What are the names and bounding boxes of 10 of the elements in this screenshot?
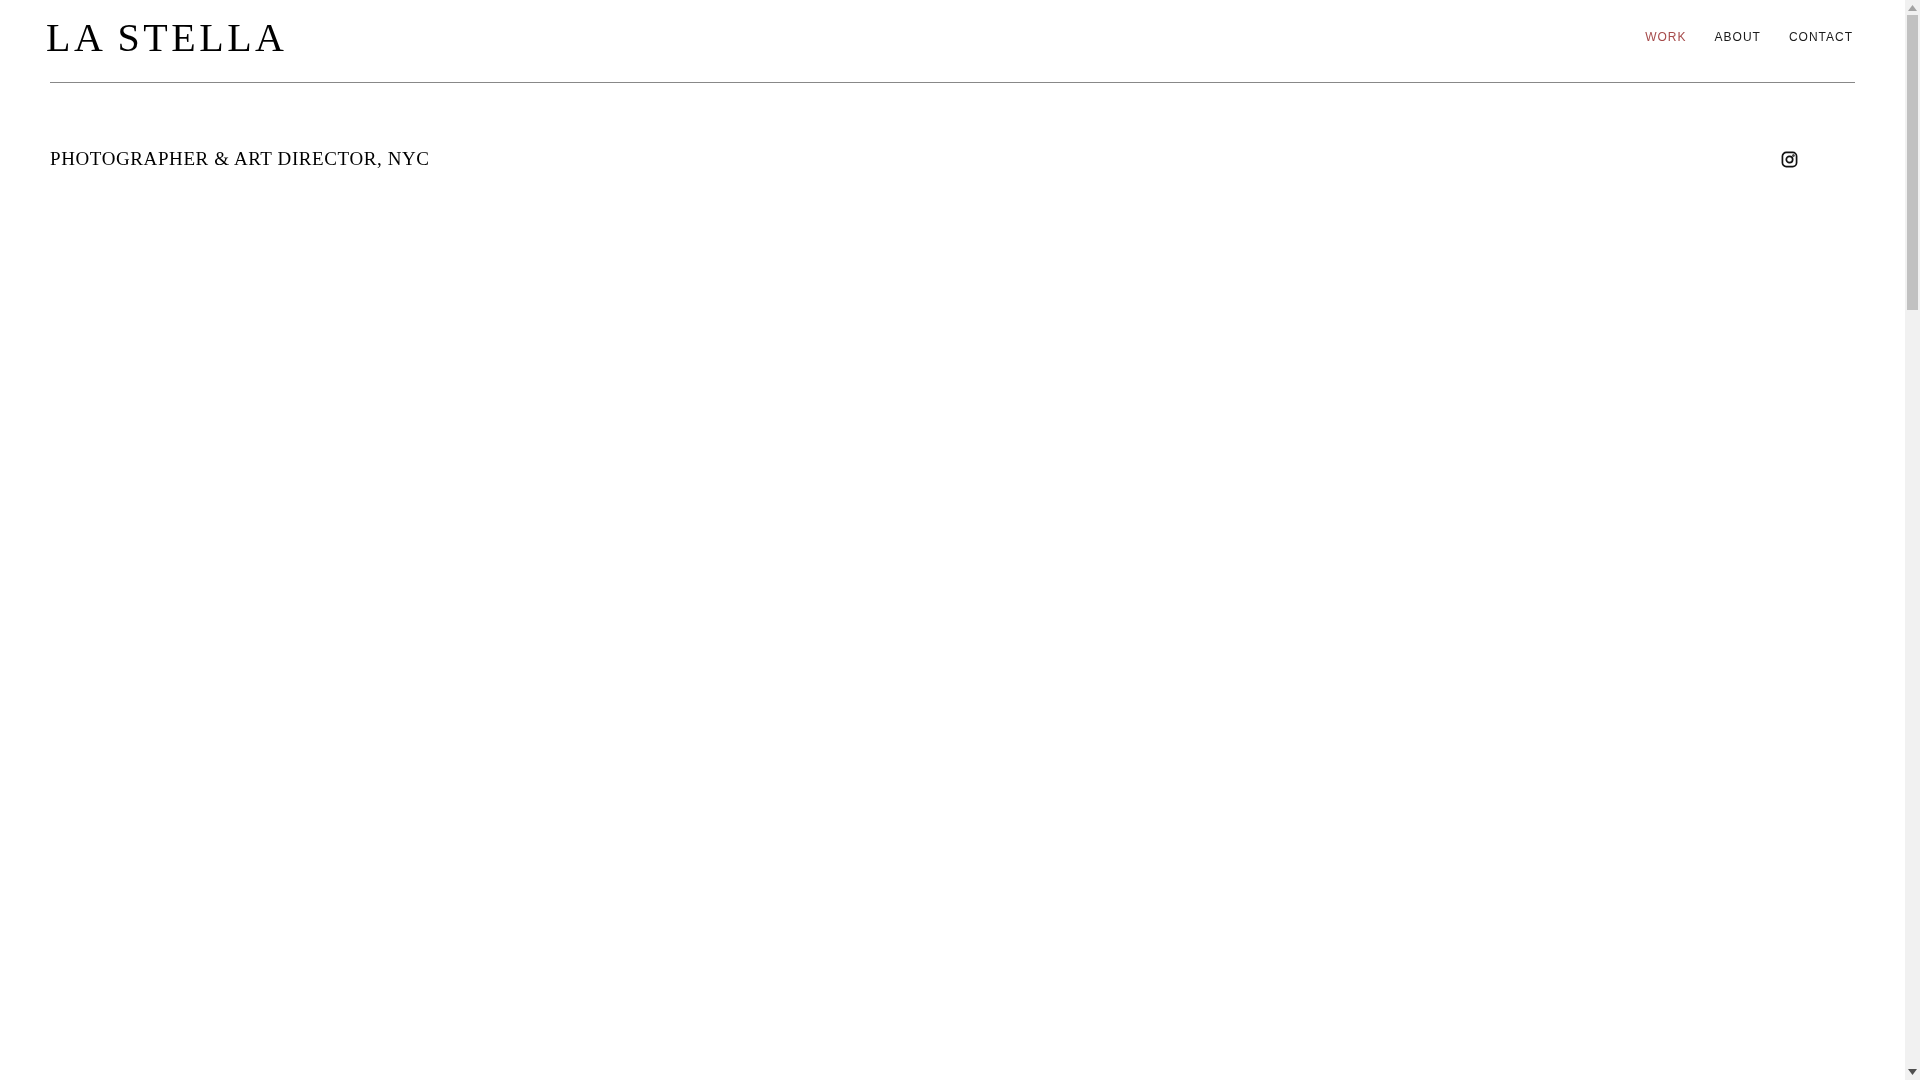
scrollbar-thumb[interactable] bbox=[1907, 15, 1918, 310]
nav-link[interactable]: WORK bbox=[1643, 28, 1689, 46]
scrollbar[interactable] bbox=[1905, 0, 1920, 1080]
site-logo[interactable]: LA STELLA bbox=[46, 18, 288, 58]
scroll-up-arrow-icon[interactable] bbox=[1908, 5, 1917, 11]
nav-link[interactable]: CONTACT bbox=[1786, 28, 1855, 46]
scroll-down-arrow-icon[interactable] bbox=[1908, 1069, 1917, 1075]
instagram-icon[interactable] bbox=[1781, 150, 1798, 168]
nav-link[interactable]: ABOUT bbox=[1712, 28, 1763, 46]
tagline: PHOTOGRAPHER & ART DIRECTOR, NYC bbox=[50, 147, 430, 171]
